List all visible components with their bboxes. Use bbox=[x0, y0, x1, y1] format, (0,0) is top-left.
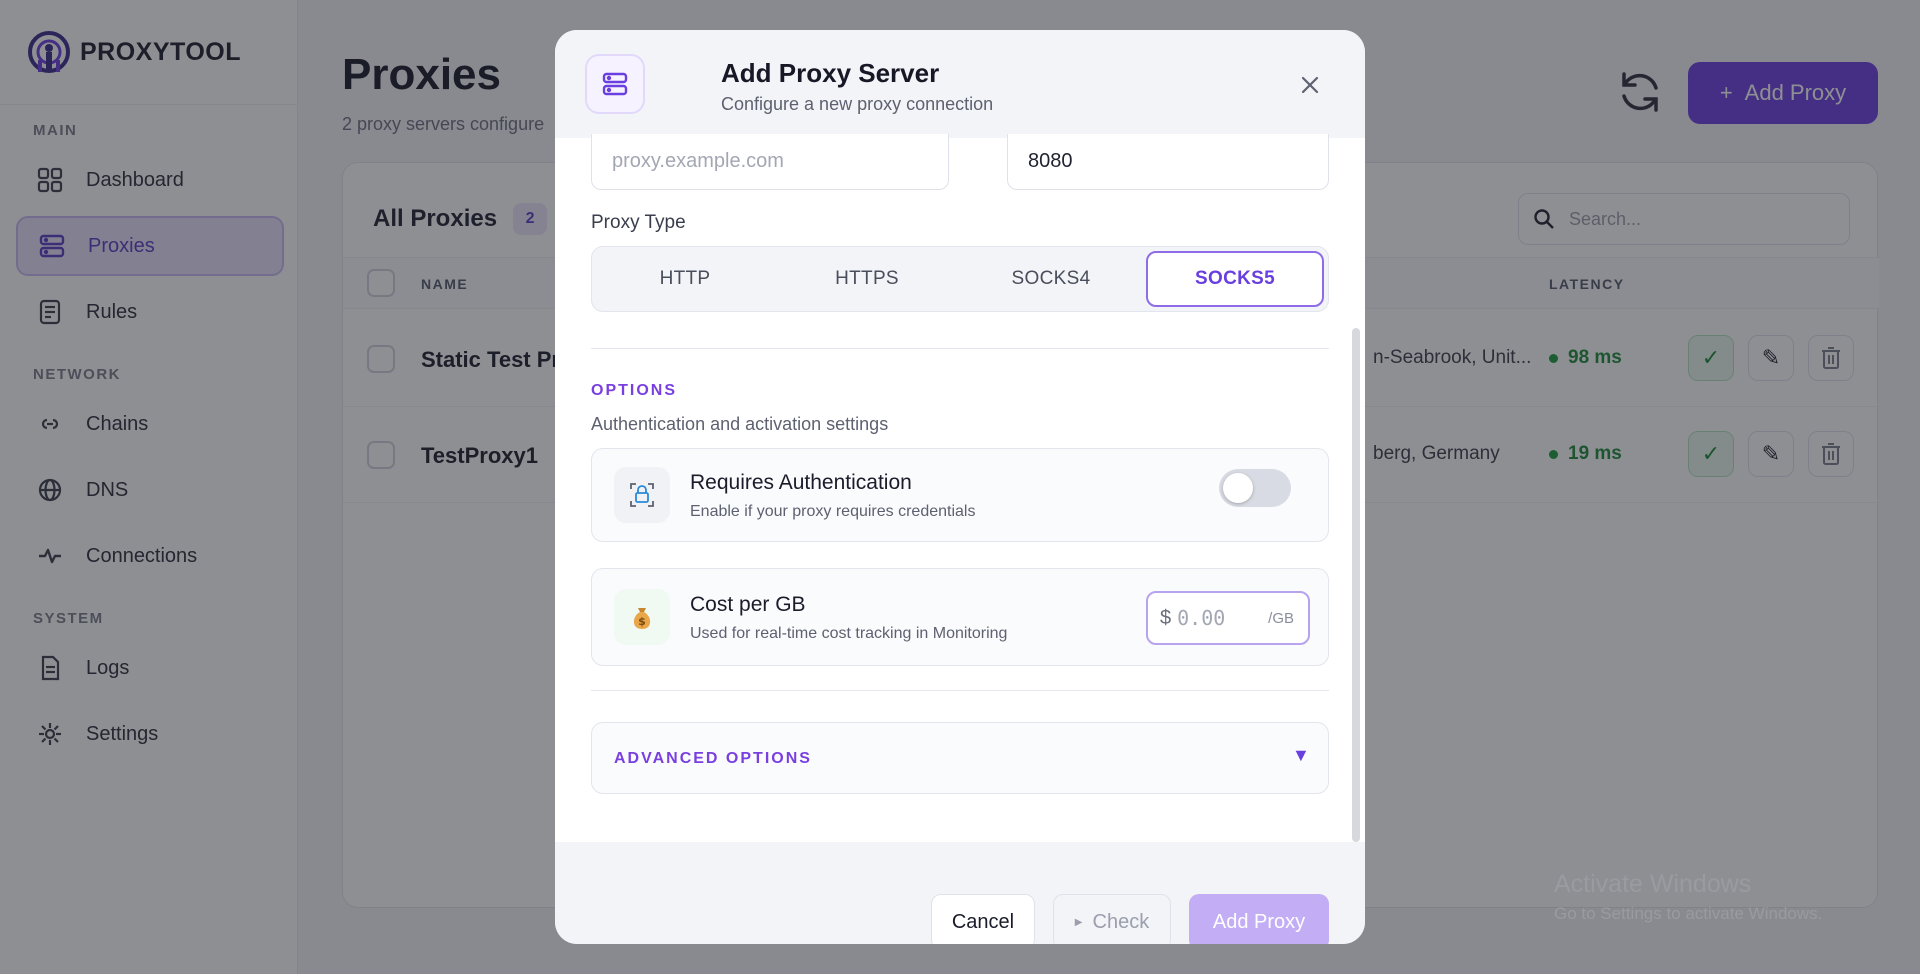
activation-watermark-desc: Go to Settings to activate Windows. bbox=[1554, 904, 1823, 923]
auth-option: Requires Authentication Enable if your p… bbox=[591, 448, 1329, 542]
host-input[interactable]: proxy.example.com bbox=[591, 134, 949, 190]
check-label: Check bbox=[1092, 910, 1150, 933]
proxy-type-socks5[interactable]: SOCKS5 bbox=[1146, 251, 1324, 307]
auth-option-desc: Enable if your proxy requires credential… bbox=[690, 503, 976, 520]
proxy-type-https[interactable]: HTTPS bbox=[778, 251, 956, 307]
server-icon bbox=[585, 54, 645, 114]
close-icon bbox=[1301, 76, 1319, 94]
port-input[interactable]: 8080 bbox=[1007, 134, 1329, 190]
auth-option-title: Requires Authentication bbox=[690, 471, 912, 494]
cost-unit: /GB bbox=[1268, 609, 1294, 627]
add-proxy-dialog: Add Proxy Server Configure a new proxy c… bbox=[555, 30, 1365, 944]
proxy-type-selector: HTTP HTTPS SOCKS4 SOCKS5 bbox=[591, 246, 1329, 312]
proxy-type-socks4[interactable]: SOCKS4 bbox=[962, 251, 1140, 307]
cost-option-desc: Used for real-time cost tracking in Moni… bbox=[690, 625, 1008, 642]
money-bag-icon: $ bbox=[614, 589, 670, 645]
divider bbox=[591, 690, 1329, 691]
port-value: 8080 bbox=[1028, 150, 1073, 172]
lock-icon bbox=[614, 467, 670, 523]
host-placeholder: proxy.example.com bbox=[612, 150, 784, 172]
auth-toggle[interactable] bbox=[1219, 469, 1291, 507]
activation-watermark-title: Activate Windows bbox=[1554, 870, 1752, 898]
cancel-button[interactable]: Cancel bbox=[931, 894, 1035, 944]
proxy-type-http[interactable]: HTTP bbox=[596, 251, 774, 307]
divider bbox=[591, 348, 1329, 349]
chevron-down-icon: ▼ bbox=[1292, 745, 1310, 765]
dialog-header: Add Proxy Server Configure a new proxy c… bbox=[555, 30, 1365, 138]
dialog-title: Add Proxy Server bbox=[721, 58, 940, 88]
svg-text:$: $ bbox=[638, 615, 646, 628]
cost-per-gb-input[interactable]: $ 0.00 /GB bbox=[1146, 591, 1310, 645]
advanced-options-toggle[interactable]: ADVANCED OPTIONS ▼ bbox=[591, 722, 1329, 794]
advanced-options-label: ADVANCED OPTIONS bbox=[614, 750, 812, 767]
play-icon: ▶ bbox=[1074, 916, 1083, 928]
toggle-knob bbox=[1223, 473, 1253, 503]
close-button[interactable] bbox=[1295, 70, 1325, 100]
cost-option-title: Cost per GB bbox=[690, 593, 806, 616]
cost-placeholder: 0.00 bbox=[1177, 606, 1226, 630]
check-button[interactable]: ▶ Check bbox=[1053, 894, 1171, 944]
scrollbar[interactable] bbox=[1352, 328, 1360, 842]
options-subtitle: Authentication and activation settings bbox=[591, 414, 889, 434]
dialog-subtitle: Configure a new proxy connection bbox=[721, 94, 994, 114]
cost-option: $ Cost per GB Used for real-time cost tr… bbox=[591, 568, 1329, 666]
proxy-type-label: Proxy Type bbox=[591, 212, 686, 233]
currency-symbol: $ bbox=[1160, 606, 1172, 629]
options-title: OPTIONS bbox=[591, 382, 678, 399]
submit-add-proxy-button[interactable]: Add Proxy bbox=[1189, 894, 1329, 944]
dialog-footer: Cancel ▶ Check Add Proxy bbox=[555, 842, 1365, 944]
